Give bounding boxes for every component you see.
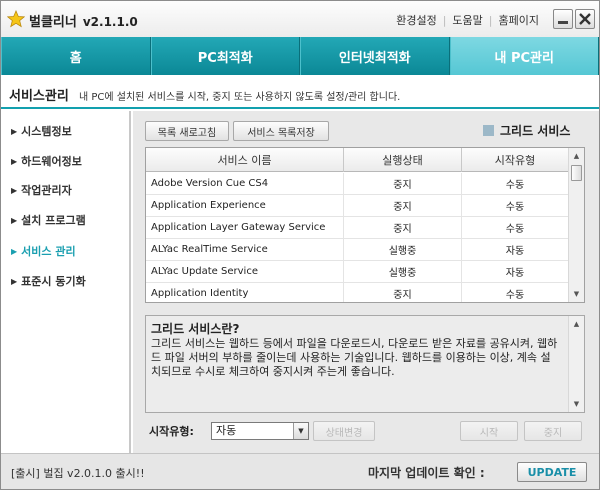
tab-internet-optimize[interactable]: 인터넷최적화 <box>300 37 450 75</box>
link-separator: | <box>442 14 447 27</box>
description-scrollbar[interactable]: ▲ ▼ <box>568 316 584 412</box>
tab-home[interactable]: 홈 <box>1 37 151 75</box>
chevron-down-icon[interactable]: ▼ <box>293 423 308 439</box>
app-version: v2.1.1.0 <box>82 15 138 29</box>
homepage-link[interactable]: 홈페이지 <box>499 14 539 27</box>
arrow-right-icon: ▶ <box>11 247 18 256</box>
start-type-select[interactable]: 자동 ▼ <box>211 422 309 440</box>
tab-my-pc[interactable]: 내 PC관리 <box>449 37 599 75</box>
arrow-right-icon: ▶ <box>11 186 18 195</box>
status-bar: [출시] 벌집 v2.0.1.0 출시!! 마지막 업데이트 확인 : UPDA… <box>1 453 599 489</box>
service-start-type-cell: 자동 <box>462 261 569 282</box>
sidebar-item-time-sync[interactable]: ▶ 표준시 동기화 <box>11 273 86 289</box>
service-start-type-cell: 수동 <box>462 173 569 194</box>
sidebar-item-task-manager[interactable]: ▶ 작업관리자 <box>11 182 72 198</box>
table-row[interactable]: Application Experience 중지 수동 <box>146 195 569 217</box>
start-button[interactable]: 시작 <box>460 421 518 441</box>
service-start-type-cell: 수동 <box>462 217 569 238</box>
link-separator: | <box>488 14 493 27</box>
sidebar-item-label: 시스템정보 <box>21 125 72 138</box>
legend-swatch <box>483 125 494 136</box>
service-status-cell: 실행중 <box>344 239 462 260</box>
start-type-label: 시작유형: <box>149 425 194 438</box>
service-status-cell: 중지 <box>344 283 462 302</box>
table-header: 서비스 이름 실행상태 시작유형 <box>146 148 569 172</box>
table-row[interactable]: Application Layer Gateway Service 중지 수동 <box>146 217 569 239</box>
grid-service-label: 그리드 서비스 <box>500 124 571 138</box>
table-row[interactable]: ALYac RealTime Service 실행중 자동 <box>146 239 569 261</box>
service-start-type-cell: 자동 <box>462 239 569 260</box>
close-icon <box>579 13 591 25</box>
service-status-cell: 중지 <box>344 173 462 194</box>
table-row[interactable]: Application Identity 중지 수동 <box>146 283 569 302</box>
title-bar: 벌클리너 v2.1.1.0 환경설정 | 도움말 | 홈페이지 <box>1 1 599 37</box>
service-name-cell: Adobe Version Cue CS4 <box>146 173 344 194</box>
star-icon <box>7 10 25 28</box>
service-name-cell: ALYac RealTime Service <box>146 239 344 260</box>
description-box: 그리드 서비스란? 그리드 서비스는 웹하드 등에서 파일을 다운로드시, 다운… <box>145 315 585 413</box>
main-window: 벌클리너 v2.1.1.0 환경설정 | 도움말 | 홈페이지 홈 PC최적화 인터넷최적… <box>0 0 600 490</box>
sidebar-item-installed-programs[interactable]: ▶ 설치 프로그램 <box>11 212 86 228</box>
sidebar-item-hardware-info[interactable]: ▶ 하드웨어정보 <box>11 153 82 169</box>
sidebar-item-label: 설치 프로그램 <box>21 214 86 227</box>
start-type-value: 자동 <box>216 424 237 437</box>
last-update-label: 마지막 업데이트 확인 : <box>368 466 485 480</box>
app-title: 벌클리너 v2.1.1.0 <box>29 11 138 30</box>
save-list-button[interactable]: 서비스 목록저장 <box>233 121 329 141</box>
arrow-right-icon: ▶ <box>11 127 18 136</box>
service-start-type-cell: 수동 <box>462 195 569 216</box>
table-row[interactable]: ALYac Update Service 실행중 자동 <box>146 261 569 283</box>
app-name: 벌클리너 <box>29 15 77 30</box>
column-header-start-type[interactable]: 시작유형 <box>462 148 569 172</box>
top-links: 환경설정 | 도움말 | 홈페이지 <box>396 12 539 28</box>
sidebar-item-label: 작업관리자 <box>21 184 72 197</box>
service-status-cell: 실행중 <box>344 261 462 282</box>
table-body: Adobe Version Cue CS4 중지 수동 Application … <box>146 173 569 302</box>
sidebar-item-label: 서비스 관리 <box>21 245 76 258</box>
close-button[interactable] <box>575 9 595 29</box>
scroll-thumb[interactable] <box>571 165 582 181</box>
column-header-name[interactable]: 서비스 이름 <box>146 148 344 172</box>
service-start-type-cell: 수동 <box>462 283 569 302</box>
arrow-right-icon: ▶ <box>11 216 18 225</box>
column-header-status[interactable]: 실행상태 <box>344 148 462 172</box>
change-state-button[interactable]: 상태변경 <box>313 421 375 441</box>
release-notice[interactable]: [출시] 벌집 v2.0.1.0 출시!! <box>11 465 145 481</box>
sidebar: ▶ 시스템정보 ▶ 하드웨어정보 ▶ 작업관리자 ▶ 설치 프로그램 ▶ 서비스 관리 ▶… <box>1 111 131 453</box>
description-title: 그리드 서비스란? <box>151 322 240 336</box>
page-header: 서비스관리 내 PC에 설치된 서비스를 시작, 중지 또는 사용하지 않도록 … <box>1 77 599 109</box>
service-table: 서비스 이름 실행상태 시작유형 Adobe Version Cue CS4 중… <box>145 147 585 303</box>
sidebar-item-system-info[interactable]: ▶ 시스템정보 <box>11 123 72 139</box>
scroll-up-icon[interactable]: ▲ <box>569 149 584 163</box>
stop-button[interactable]: 중지 <box>524 421 582 441</box>
description-text: 그리드 서비스는 웹하드 등에서 파일을 다운로드시, 다운로드 받은 자료를 … <box>151 337 558 378</box>
table-scrollbar[interactable]: ▲ ▼ <box>568 148 584 302</box>
service-status-cell: 중지 <box>344 217 462 238</box>
tab-pc-optimize[interactable]: PC최적화 <box>150 37 300 75</box>
help-link[interactable]: 도움말 <box>452 14 482 27</box>
page-description: 내 PC에 설치된 서비스를 시작, 중지 또는 사용하지 않도록 설정/관리 … <box>79 92 401 103</box>
grid-service-legend: 그리드 서비스 <box>483 122 570 139</box>
service-name-cell: Application Identity <box>146 283 344 302</box>
content-panel: 목록 새로고침 서비스 목록저장 그리드 서비스 서비스 이름 실행상태 시작유… <box>133 111 599 453</box>
service-name-cell: Application Layer Gateway Service <box>146 217 344 238</box>
refresh-list-button[interactable]: 목록 새로고침 <box>145 121 229 141</box>
update-button[interactable]: UPDATE <box>517 462 587 482</box>
sidebar-item-label: 표준시 동기화 <box>21 275 86 288</box>
page-title: 서비스관리 <box>9 89 69 104</box>
table-row[interactable]: Adobe Version Cue CS4 중지 수동 <box>146 173 569 195</box>
service-status-cell: 중지 <box>344 195 462 216</box>
arrow-right-icon: ▶ <box>11 277 18 286</box>
scroll-up-icon[interactable]: ▲ <box>569 317 584 331</box>
sidebar-item-label: 하드웨어정보 <box>21 155 82 168</box>
scroll-down-icon[interactable]: ▼ <box>569 287 584 301</box>
service-name-cell: Application Experience <box>146 195 344 216</box>
settings-link[interactable]: 환경설정 <box>396 14 436 27</box>
scroll-down-icon[interactable]: ▼ <box>569 397 584 411</box>
service-name-cell: ALYac Update Service <box>146 261 344 282</box>
minimize-button[interactable] <box>553 9 573 29</box>
sidebar-item-service-management[interactable]: ▶ 서비스 관리 <box>11 243 76 259</box>
arrow-right-icon: ▶ <box>11 157 18 166</box>
main-tabs: 홈 PC최적화 인터넷최적화 내 PC관리 <box>1 37 599 75</box>
